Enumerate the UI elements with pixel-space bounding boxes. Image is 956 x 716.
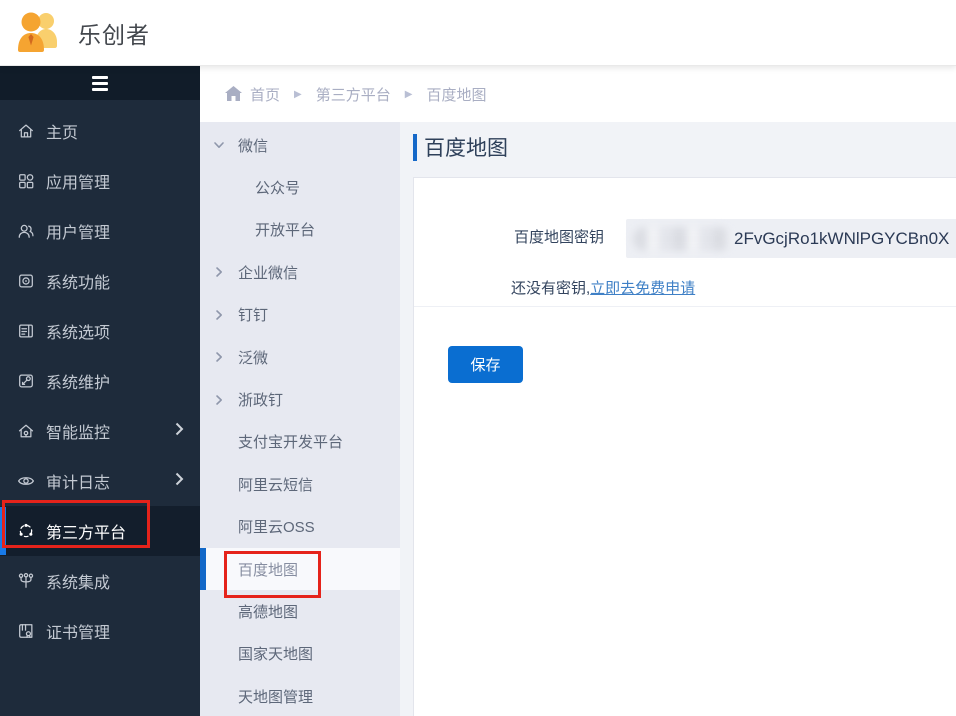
key-input[interactable]: 2FvGcjRo1kWNlPGYCBn0X: [626, 219, 956, 258]
sidebar-item-label: 智能监控: [46, 419, 110, 443]
submenu-item-open-platform[interactable]: 开放平台: [200, 209, 400, 251]
app-title: 乐创者: [78, 16, 150, 50]
breadcrumb-item-third-party[interactable]: 第三方平台: [316, 84, 391, 105]
chevron-right-icon: [175, 472, 184, 491]
sidebar-item-label: 主页: [46, 119, 78, 143]
sidebar-item-label: 系统维护: [46, 369, 110, 393]
page-title-row: 百度地图: [413, 132, 508, 162]
title-accent-bar: [413, 134, 417, 161]
submenu-item-label: 公众号: [255, 177, 300, 198]
sidebar-item-third-party[interactable]: 第三方平台: [0, 506, 200, 556]
panel-divider: [414, 306, 956, 307]
submenu-item-zhezhengding[interactable]: 浙政钉: [200, 378, 400, 420]
submenu-item-alipay-dev[interactable]: 支付宝开发平台: [200, 421, 400, 463]
sidebar-item-system-options[interactable]: 系统选项: [0, 306, 200, 356]
submenu-item-fanwei[interactable]: 泛微: [200, 336, 400, 378]
integration-icon: [17, 572, 35, 590]
secondary-sidebar: 微信 公众号 开放平台 企业微信 钉钉 泛微 浙政钉 支付宝开发平台 阿里云短信: [200, 122, 400, 716]
submenu-item-wechat[interactable]: 微信: [200, 124, 400, 166]
breadcrumb-separator-icon: ▶: [405, 89, 413, 100]
sidebar-item-label: 证书管理: [46, 619, 110, 643]
submenu-item-official-account[interactable]: 公众号: [200, 166, 400, 208]
submenu-item-label: 阿里云短信: [238, 474, 313, 495]
no-key-text: 还没有密钥,: [511, 280, 590, 297]
sidebar-item-smart-monitor[interactable]: 智能监控: [0, 406, 200, 456]
chevron-right-icon: [213, 394, 225, 406]
submenu-item-label: 高德地图: [238, 601, 298, 622]
submenu-item-tianditu[interactable]: 国家天地图: [200, 633, 400, 675]
redacted-key-blur: [633, 227, 731, 251]
page-title: 百度地图: [424, 132, 508, 162]
smart-monitor-icon: [17, 422, 35, 440]
apps-icon: [17, 172, 35, 190]
apply-key-link[interactable]: 立即去免费申请: [590, 280, 695, 297]
sidebar-item-system-maintenance[interactable]: 系统维护: [0, 356, 200, 406]
breadcrumb-item-home[interactable]: 首页: [250, 84, 280, 105]
sidebar-item-label: 系统功能: [46, 269, 110, 293]
system-maintenance-icon: [17, 372, 35, 390]
sidebar-item-apps[interactable]: 应用管理: [0, 156, 200, 206]
submenu-item-label: 钉钉: [238, 304, 268, 325]
sidebar-item-certificates[interactable]: 证书管理: [0, 606, 200, 656]
submenu-item-wecom[interactable]: 企业微信: [200, 251, 400, 293]
sidebar-item-label: 用户管理: [46, 219, 110, 243]
sidebar-item-label: 系统选项: [46, 319, 110, 343]
breadcrumb-item-current: 百度地图: [426, 84, 486, 105]
submenu-item-label: 支付宝开发平台: [238, 431, 343, 452]
sidebar-item-integration[interactable]: 系统集成: [0, 556, 200, 606]
chevron-right-icon: [213, 266, 225, 278]
sidebar-item-system-functions[interactable]: 系统功能: [0, 256, 200, 306]
submenu-item-tianditu-manage[interactable]: 天地图管理: [200, 675, 400, 716]
key-label: 百度地图密钥: [414, 228, 604, 248]
chevron-down-icon: [213, 139, 225, 151]
certificate-icon: [17, 622, 35, 640]
chevron-right-icon: [213, 351, 225, 363]
breadcrumb: 首页 ▶ 第三方平台 ▶ 百度地图: [200, 66, 956, 122]
home-icon: [225, 86, 250, 102]
sidebar-item-label: 应用管理: [46, 169, 110, 193]
sidebar-item-label: 审计日志: [46, 469, 110, 493]
submenu-item-aliyun-oss[interactable]: 阿里云OSS: [200, 506, 400, 548]
sidebar-item-audit-log[interactable]: 审计日志: [0, 456, 200, 506]
logo-icon: [14, 8, 64, 58]
submenu-item-label: 浙政钉: [238, 389, 283, 410]
system-functions-icon: [17, 272, 35, 290]
submenu-item-label: 天地图管理: [238, 686, 313, 707]
main-content: 百度地图 百度地图密钥 2FvGcjRo1kWNlPGYCBn0X 还没有密钥,…: [400, 122, 956, 716]
submenu-item-label: 国家天地图: [238, 643, 313, 664]
submenu-item-label: 开放平台: [255, 219, 315, 240]
app-header: 乐创者: [0, 0, 956, 66]
collapse-menu-icon[interactable]: [92, 76, 108, 91]
key-hint-row: 还没有密钥,立即去免费申请: [511, 279, 695, 299]
submenu-item-label: 微信: [238, 135, 268, 156]
sidebar-collapse-bar: [0, 66, 200, 100]
primary-nav: 主页 应用管理 用户管理 系统功能 系统选项: [0, 100, 200, 656]
submenu-item-baidu-map[interactable]: 百度地图: [200, 548, 400, 590]
third-party-icon: [17, 522, 35, 540]
submenu-item-label: 企业微信: [238, 262, 298, 283]
submenu-item-dingtalk[interactable]: 钉钉: [200, 294, 400, 336]
home-icon: [17, 122, 35, 140]
sidebar-item-users[interactable]: 用户管理: [0, 206, 200, 256]
chevron-right-icon: [213, 309, 225, 321]
submenu-item-aliyun-sms[interactable]: 阿里云短信: [200, 463, 400, 505]
users-icon: [17, 222, 35, 240]
form-panel: 百度地图密钥 2FvGcjRo1kWNlPGYCBn0X 还没有密钥,立即去免费…: [413, 177, 956, 716]
sidebar-item-label: 第三方平台: [46, 519, 126, 543]
sidebar-item-home[interactable]: 主页: [0, 106, 200, 156]
primary-sidebar: 主页 应用管理 用户管理 系统功能 系统选项: [0, 66, 200, 716]
system-options-icon: [17, 322, 35, 340]
submenu-item-label: 泛微: [238, 347, 268, 368]
save-button[interactable]: 保存: [448, 346, 523, 383]
submenu-item-amap[interactable]: 高德地图: [200, 590, 400, 632]
chevron-right-icon: [175, 422, 184, 441]
key-value: 2FvGcjRo1kWNlPGYCBn0X: [734, 229, 949, 249]
sidebar-item-label: 系统集成: [46, 569, 110, 593]
breadcrumb-separator-icon: ▶: [294, 89, 302, 100]
submenu-item-label: 阿里云OSS: [238, 516, 315, 537]
audit-log-icon: [17, 472, 35, 490]
submenu-item-label: 百度地图: [238, 559, 298, 580]
